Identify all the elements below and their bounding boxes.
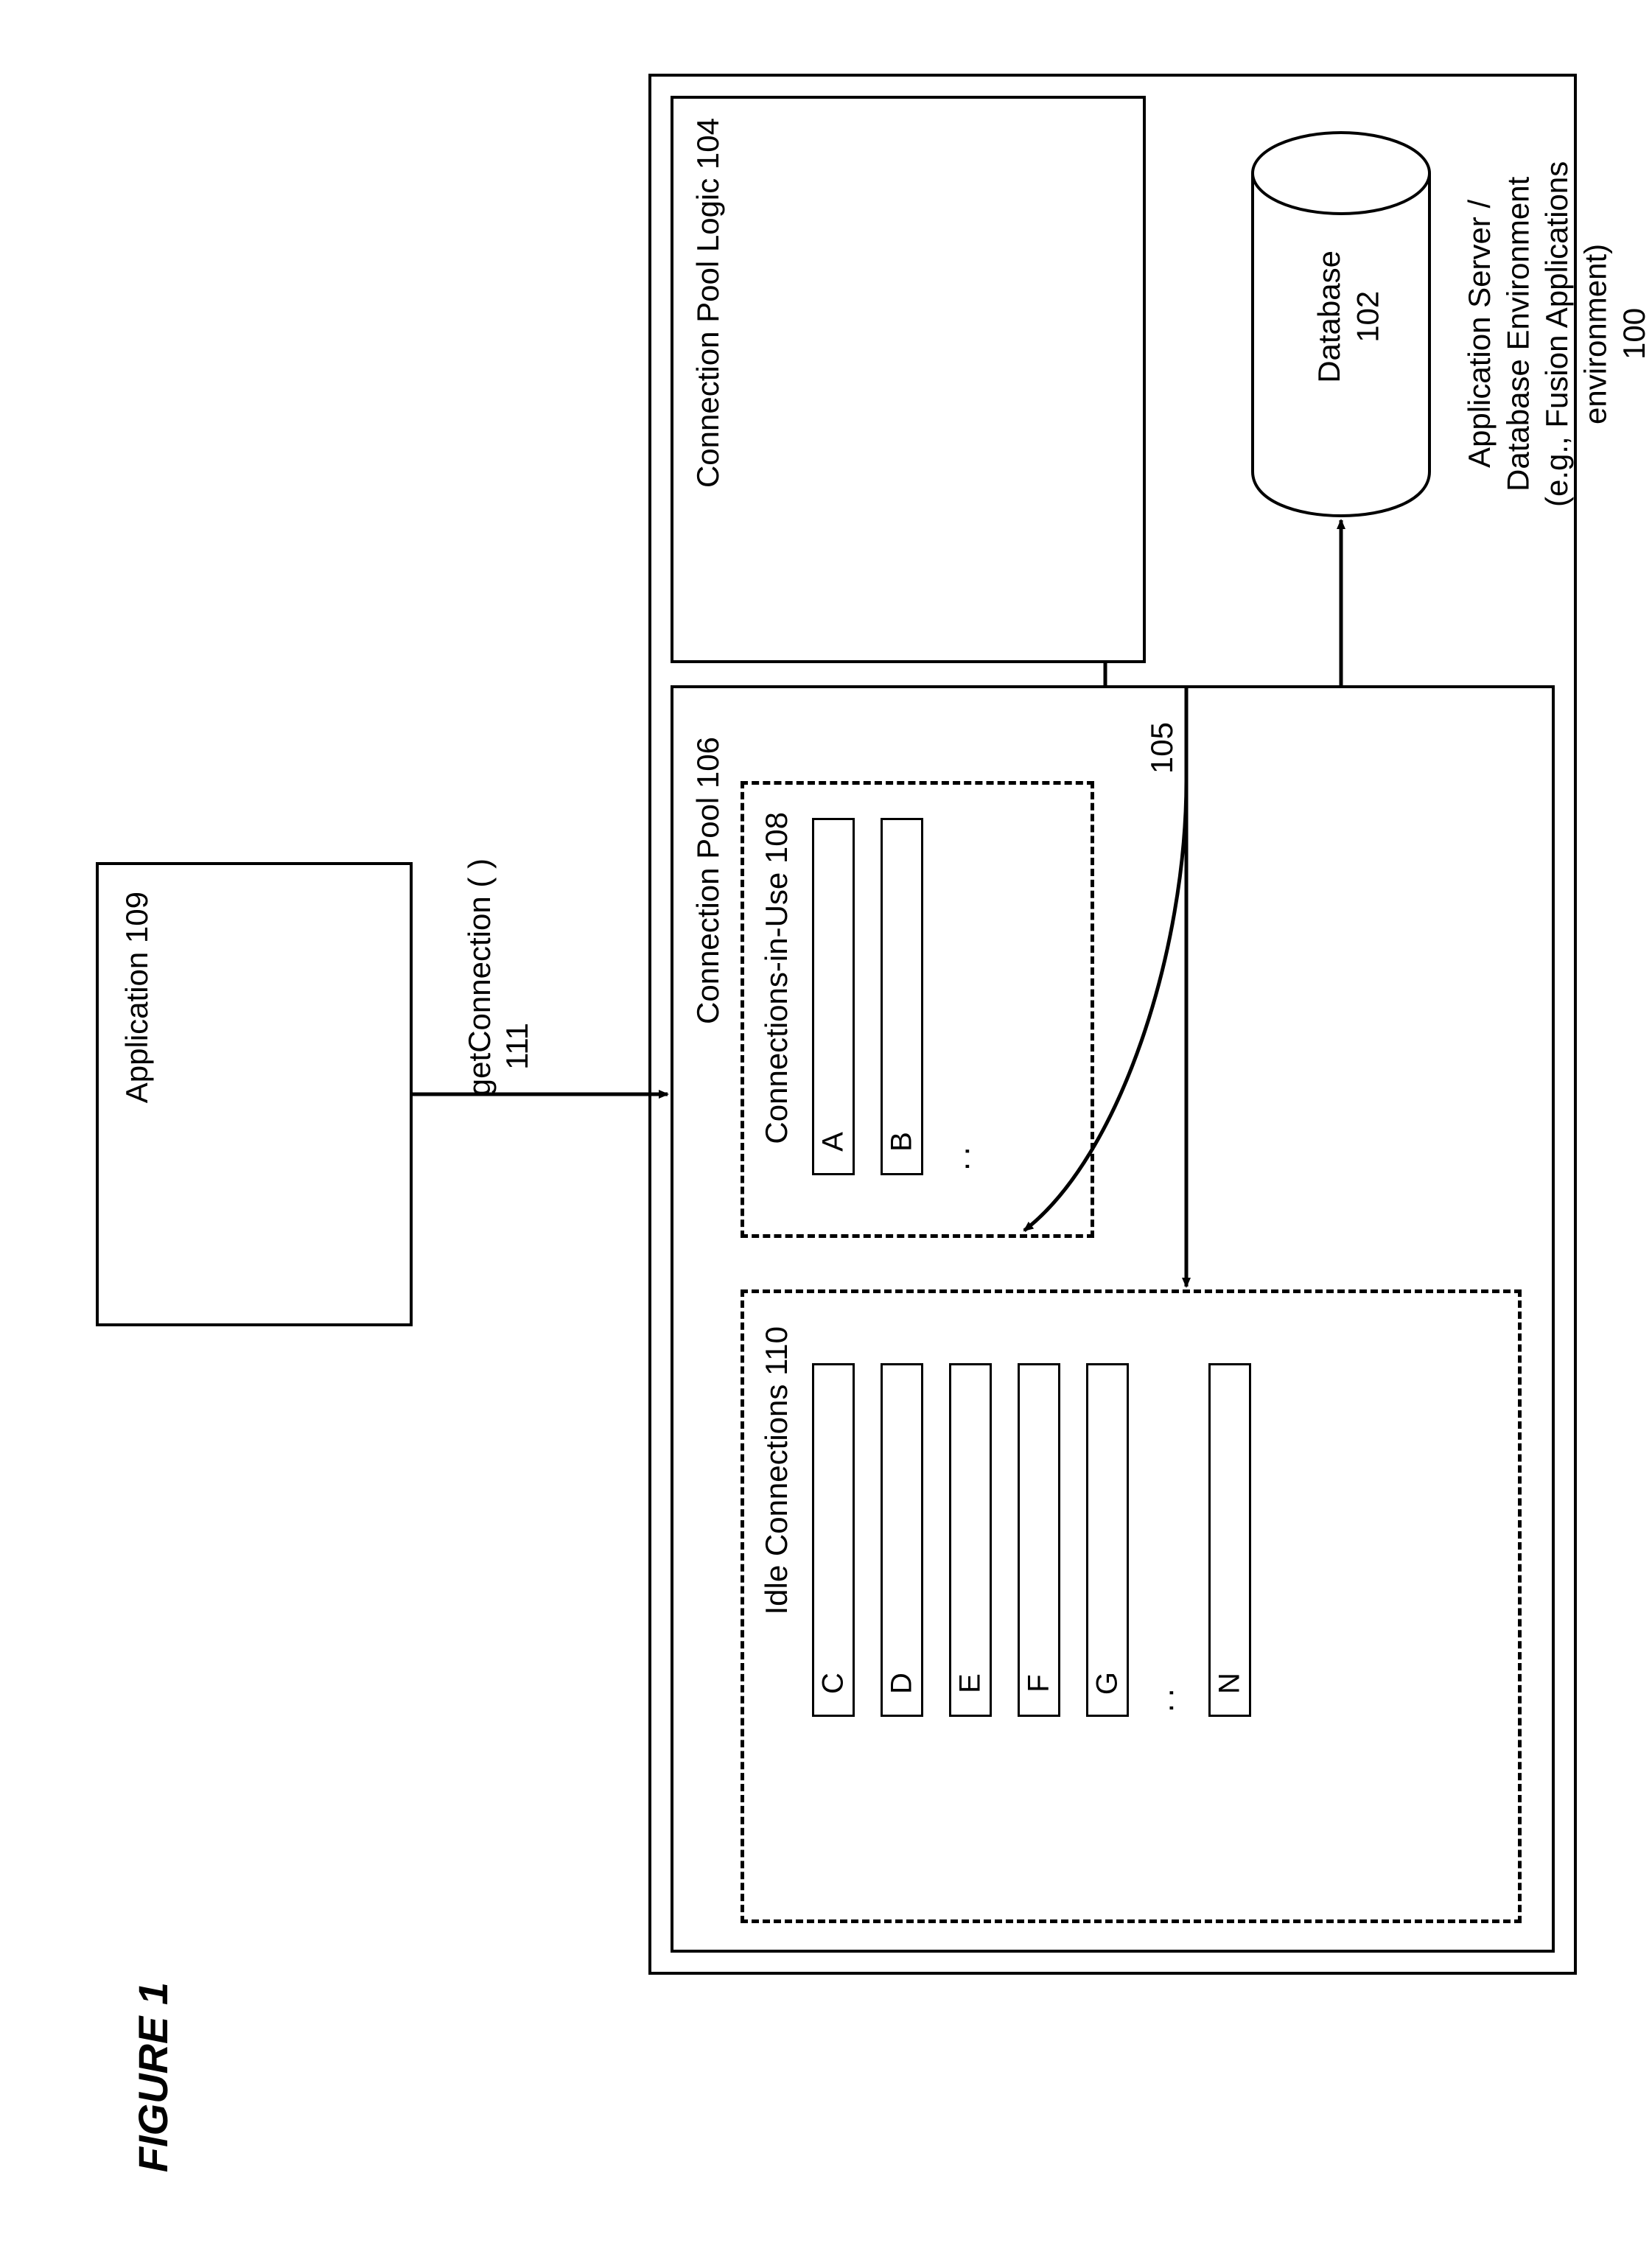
slot-label-g: G (1091, 1672, 1124, 1695)
idle-ellipsis: ·· (1155, 1687, 1191, 1718)
env-title-line5: 100 (1617, 308, 1651, 360)
slot-label-e: E (954, 1673, 987, 1693)
idle-connections-label: Idle Connections 110 (757, 1326, 797, 1615)
connection-slot-f: F (1018, 1363, 1060, 1717)
pool-logic-box (671, 96, 1146, 663)
connection-slot-b: B (881, 818, 923, 1175)
in-use-ellipsis: ·· (951, 1146, 987, 1176)
get-connection-label: getConnection ( ) (461, 858, 500, 1096)
pool-arrow-num: 105 (1143, 722, 1182, 774)
database-label: Database 102 (1310, 251, 1387, 383)
environment-title: Application Server / Database Environmen… (1460, 127, 1652, 540)
slot-label-c: C (817, 1673, 850, 1694)
idle-connections-box (741, 1289, 1522, 1923)
env-title-line3: (e.g., Fusion Applications (1539, 161, 1574, 506)
connection-slot-c: C (812, 1363, 855, 1717)
slot-label-f: F (1023, 1674, 1056, 1692)
database-name: Database (1312, 251, 1346, 383)
slot-label-d: D (886, 1673, 919, 1694)
env-title-line2: Database Environment (1501, 176, 1536, 491)
slot-label-b: B (886, 1132, 919, 1152)
env-title-line4: environment) (1578, 243, 1613, 424)
connections-in-use-label: Connections-in-Use 108 (757, 812, 797, 1144)
get-connection-num: 111 (498, 1023, 537, 1070)
env-title-line1: Application Server / (1462, 200, 1497, 468)
slot-label-a: A (817, 1132, 850, 1152)
connection-slot-e: E (949, 1363, 992, 1717)
connection-slot-n: N (1208, 1363, 1251, 1717)
connection-slot-d: D (881, 1363, 923, 1717)
pool-logic-label: Connection Pool Logic 104 (689, 118, 728, 488)
figure-label: FIGURE 1 (129, 1982, 177, 2172)
slot-label-n: N (1214, 1673, 1247, 1694)
application-label: Application 109 (118, 892, 157, 1103)
connection-slot-a: A (812, 818, 855, 1175)
connection-slot-g: G (1086, 1363, 1129, 1717)
database-num: 102 (1351, 291, 1385, 343)
connection-pool-label: Connection Pool 106 (689, 737, 728, 1024)
